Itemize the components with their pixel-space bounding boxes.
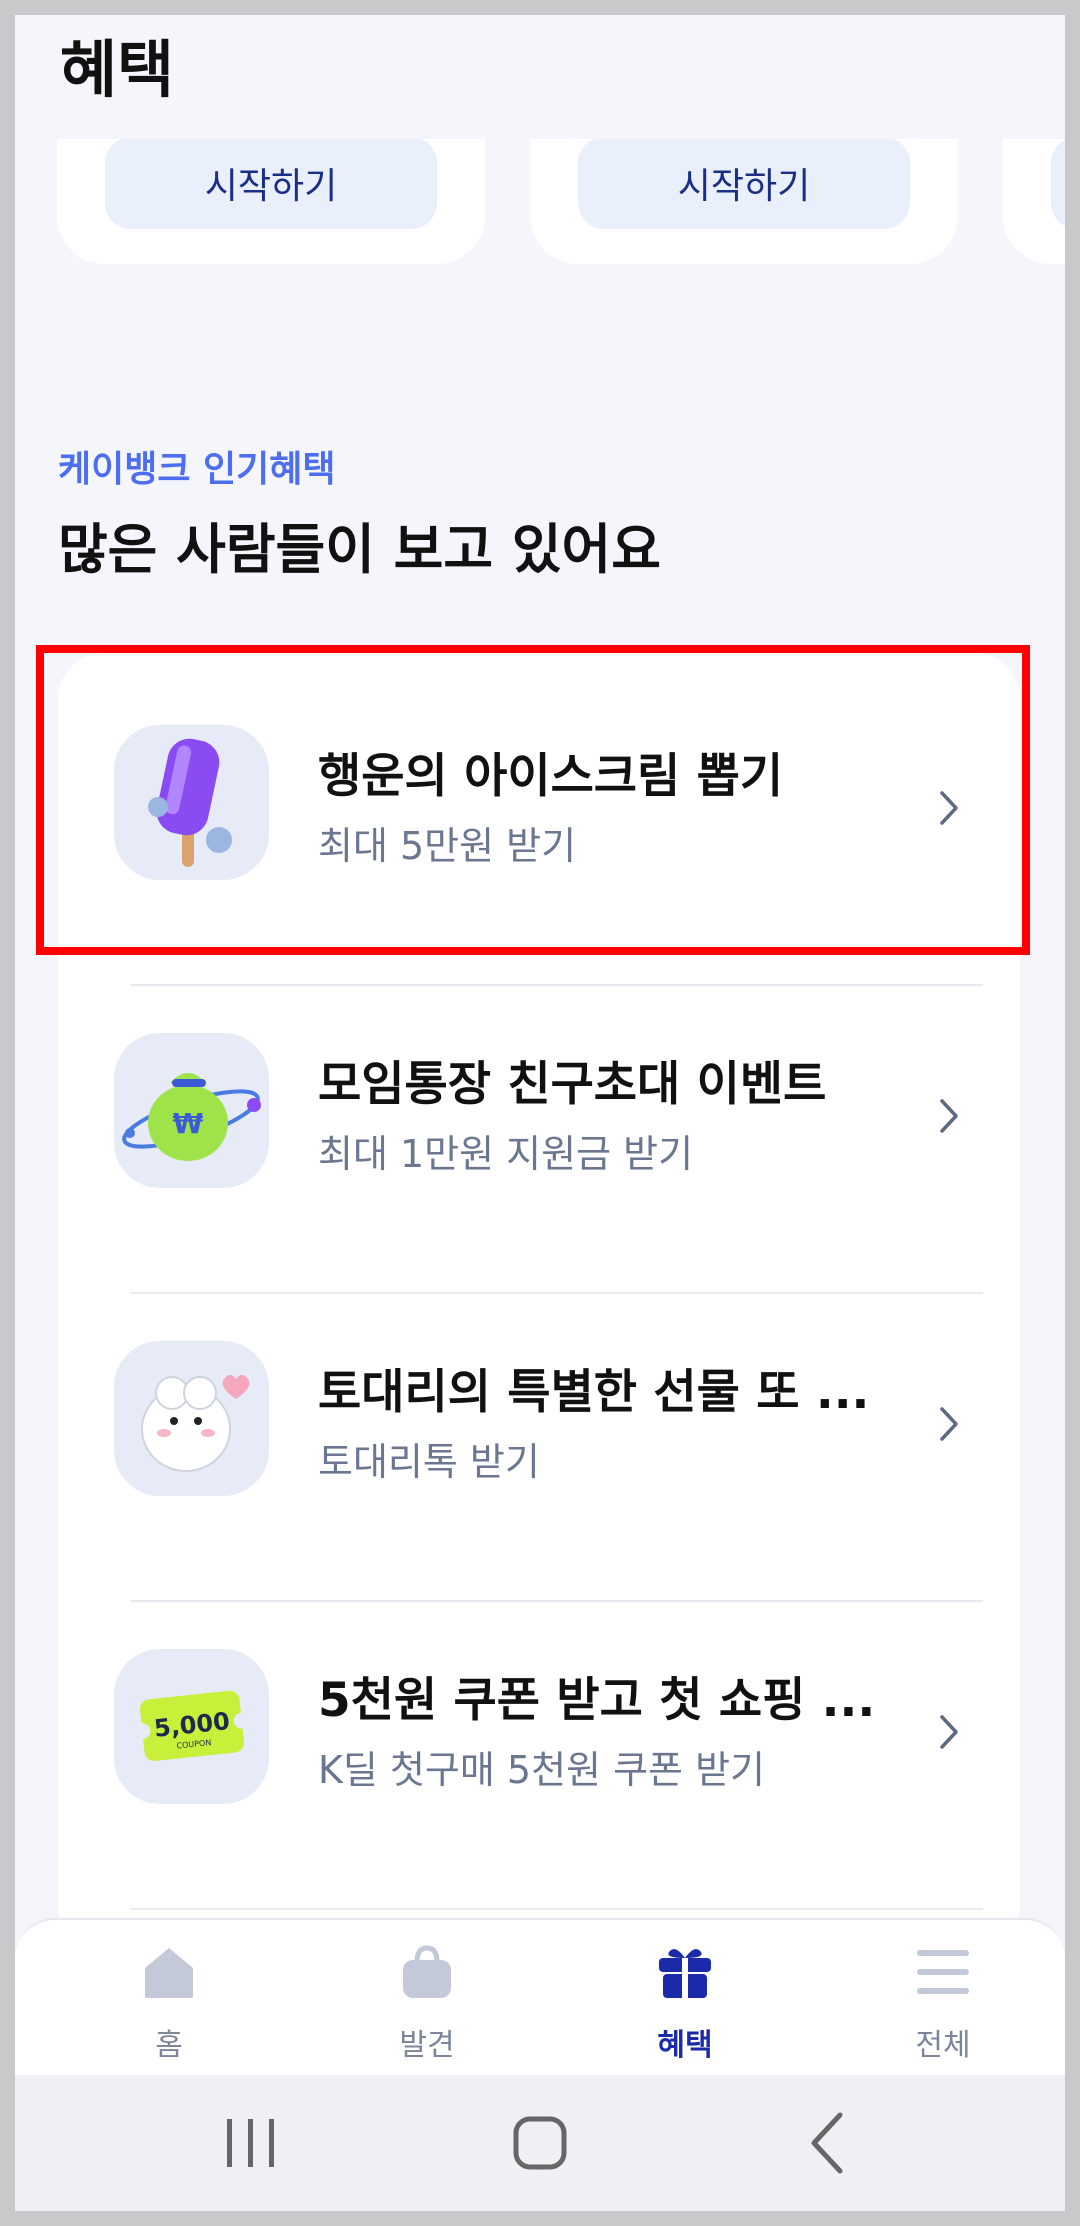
item-title: 5천원 쿠폰 받고 첫 쇼핑 ... xyxy=(318,1673,876,1728)
chevron-right-icon xyxy=(940,1099,958,1133)
shopping-bag-icon xyxy=(403,1945,451,1998)
chevron-right-icon xyxy=(940,1407,958,1441)
item-subtitle: 토대리톡 받기 xyxy=(318,1440,540,1484)
item-title: 토대리의 특별한 선물 또 ... xyxy=(318,1365,870,1420)
list-item-coupon[interactable]: 5,000 COUPON 5천원 쿠폰 받고 첫 쇼핑 ... K딜 첫구매 5… xyxy=(58,1577,1020,1885)
home-button-icon[interactable] xyxy=(500,2103,580,2183)
item-subtitle: 최대 1만원 지원금 받기 xyxy=(318,1132,694,1176)
tab-discover[interactable]: 발견 xyxy=(347,1920,507,2070)
start-button-2[interactable]: 시작하기 xyxy=(578,137,910,229)
money-bag-icon: ₩ xyxy=(114,1033,269,1188)
item-title: 모임통장 친구초대 이벤트 xyxy=(318,1057,827,1112)
tab-label: 발견 xyxy=(399,2028,455,2063)
svg-text:₩: ₩ xyxy=(173,1107,204,1140)
home-icon xyxy=(145,1948,193,1998)
highlight-box xyxy=(36,645,1030,955)
tab-label: 혜택 xyxy=(657,2028,713,2063)
section-title: 많은 사람들이 보고 있어요 xyxy=(58,518,661,581)
item-subtitle: K딜 첫구매 5천원 쿠폰 받기 xyxy=(318,1748,766,1792)
screen: 시작하기 시작하기 혜택 케이뱅크 인기혜택 많은 사람들이 보고 있어요 행운… xyxy=(15,15,1065,2211)
list-item-todaeri[interactable]: 토대리의 특별한 선물 또 ... 토대리톡 받기 xyxy=(58,1269,1020,1577)
character-icon xyxy=(114,1341,269,1496)
coupon-icon: 5,000 COUPON xyxy=(114,1649,269,1804)
bottom-tab-bar: 홈 발견 혜택 전체 xyxy=(15,1918,1065,2077)
recent-apps-icon[interactable] xyxy=(211,2103,291,2183)
start-button-1[interactable]: 시작하기 xyxy=(105,137,437,229)
gift-icon xyxy=(659,1949,711,1998)
section-label: 케이뱅크 인기혜택 xyxy=(58,449,336,490)
tab-label: 홈 xyxy=(155,2028,183,2063)
back-icon[interactable] xyxy=(790,2103,870,2183)
header: 혜택 xyxy=(15,15,1065,139)
tab-home[interactable]: 홈 xyxy=(89,1920,249,2070)
tab-label: 전체 xyxy=(915,2028,971,2063)
divider xyxy=(131,1908,983,1910)
chevron-right-icon xyxy=(940,1715,958,1749)
menu-icon xyxy=(917,1950,969,1994)
tab-benefits[interactable]: 혜택 xyxy=(605,1920,765,2070)
page-title: 혜택 xyxy=(60,33,175,106)
tab-all[interactable]: 전체 xyxy=(863,1920,1023,2070)
system-nav-bar xyxy=(15,2075,1065,2211)
list-item-group-account[interactable]: ₩ 모임통장 친구초대 이벤트 최대 1만원 지원금 받기 xyxy=(58,961,1020,1269)
